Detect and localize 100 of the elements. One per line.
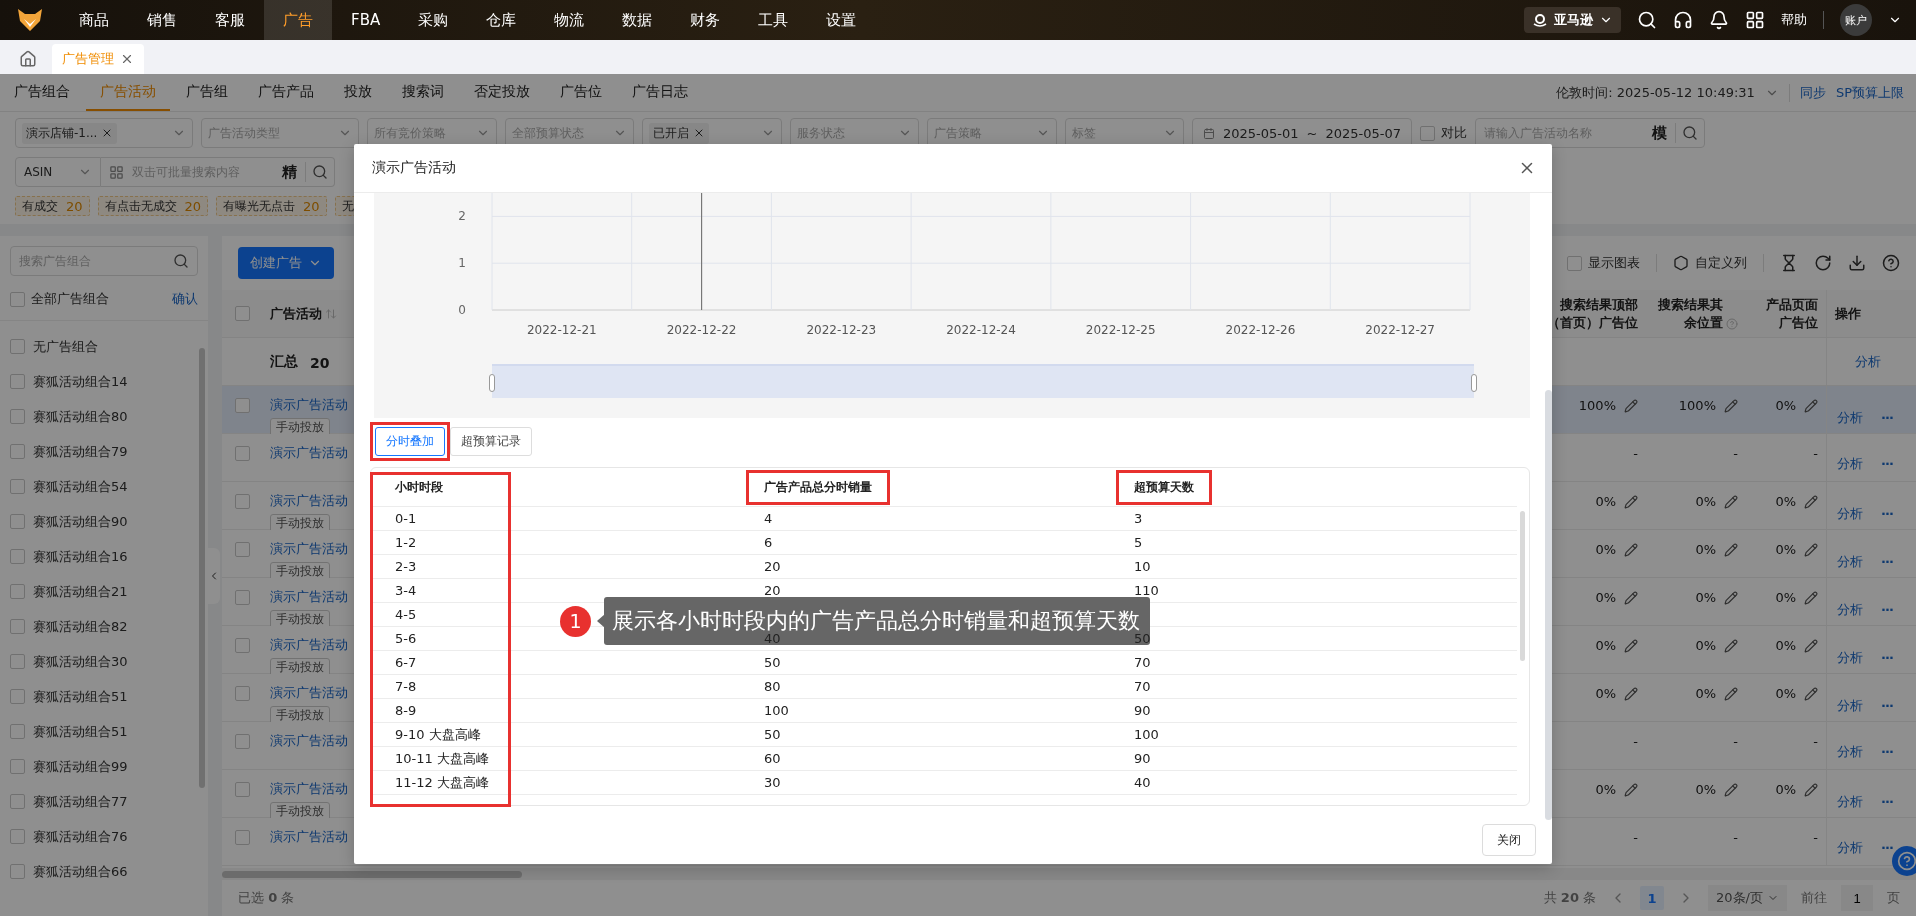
hourglass-icon[interactable] bbox=[1780, 254, 1798, 272]
pencil-icon[interactable] bbox=[1804, 638, 1818, 653]
section-tab[interactable]: 广告产品 bbox=[244, 74, 328, 111]
checkbox[interactable] bbox=[234, 830, 250, 845]
pencil-icon[interactable] bbox=[1624, 590, 1638, 605]
checkbox[interactable] bbox=[234, 542, 250, 557]
select-field[interactable]: 演示店铺-1... bbox=[15, 118, 193, 148]
more-button[interactable]: ··· bbox=[1881, 410, 1893, 425]
filter-chip[interactable]: 有曝光无点击 20 bbox=[216, 196, 327, 216]
pencil-icon[interactable] bbox=[1804, 686, 1818, 701]
nav-item[interactable]: 设置 bbox=[807, 0, 876, 40]
checkbox-item[interactable]: 赛狐活动组合16 bbox=[10, 539, 208, 574]
checkbox[interactable] bbox=[234, 306, 250, 321]
pencil-icon[interactable] bbox=[1804, 494, 1818, 509]
close-button[interactable]: 关闭 bbox=[1482, 824, 1536, 856]
nav-item[interactable]: 数据 bbox=[603, 0, 672, 40]
page-input[interactable]: 1 bbox=[1841, 885, 1873, 911]
section-tab[interactable]: 广告位 bbox=[546, 74, 616, 111]
headset-icon[interactable] bbox=[1673, 10, 1693, 30]
campaign-link[interactable]: 演示广告活动 bbox=[270, 588, 348, 606]
nav-item[interactable]: 物流 bbox=[535, 0, 604, 40]
pencil-icon[interactable] bbox=[1624, 542, 1638, 557]
checkbox-item[interactable]: 赛狐活动组合82 bbox=[10, 609, 208, 644]
select-field[interactable]: ASIN bbox=[15, 157, 101, 187]
pencil-icon[interactable] bbox=[1724, 398, 1738, 413]
pencil-icon[interactable] bbox=[1804, 590, 1818, 605]
analyze-link[interactable]: 分析 bbox=[1837, 648, 1863, 667]
zoom-range-slider[interactable] bbox=[492, 364, 1474, 398]
more-button[interactable]: ··· bbox=[1881, 794, 1893, 809]
pencil-icon[interactable] bbox=[1624, 398, 1638, 413]
checkbox[interactable] bbox=[234, 734, 250, 749]
pencil-icon[interactable] bbox=[1624, 782, 1638, 797]
campaign-link[interactable]: 演示广告活动 bbox=[270, 780, 348, 798]
campaign-link[interactable]: 演示广告活动 bbox=[270, 540, 348, 558]
checkbox-item[interactable]: 赛狐活动组合99 bbox=[10, 749, 208, 784]
platform-dropdown[interactable]: 亚马逊 bbox=[1524, 7, 1621, 33]
analyze-link[interactable]: 分析 bbox=[1837, 600, 1863, 619]
checkbox-item[interactable]: 无广告组合 bbox=[10, 329, 208, 364]
custom-columns-button[interactable]: 自定义列 bbox=[1673, 254, 1747, 272]
section-tab[interactable]: 投放 bbox=[330, 74, 386, 111]
search-icon[interactable] bbox=[1637, 10, 1657, 30]
more-button[interactable]: ··· bbox=[1881, 840, 1893, 855]
section-tab[interactable]: 搜索词 bbox=[388, 74, 458, 111]
pencil-icon[interactable] bbox=[1724, 686, 1738, 701]
analyze-link[interactable]: 分析 bbox=[1855, 352, 1881, 371]
nav-item[interactable]: 采购 bbox=[399, 0, 468, 40]
view-tab[interactable]: 分时叠加 bbox=[375, 427, 445, 456]
pencil-icon[interactable] bbox=[1724, 638, 1738, 653]
checkbox-item[interactable]: 赛狐活动组合54 bbox=[10, 469, 208, 504]
campaign-link[interactable]: 演示广告活动 bbox=[270, 732, 348, 750]
analyze-link[interactable]: 分析 bbox=[1837, 504, 1863, 523]
checkbox-item[interactable]: 赛狐活动组合14 bbox=[10, 364, 208, 399]
section-tab[interactable]: 广告组 bbox=[172, 74, 242, 111]
checkbox[interactable] bbox=[234, 686, 250, 701]
pencil-icon[interactable] bbox=[1804, 782, 1818, 797]
campaign-link[interactable]: 演示广告活动 bbox=[270, 636, 348, 654]
analyze-link[interactable]: 分析 bbox=[1837, 408, 1863, 427]
pencil-icon[interactable] bbox=[1804, 542, 1818, 557]
checkbox[interactable] bbox=[234, 494, 250, 509]
more-button[interactable]: ··· bbox=[1881, 456, 1893, 471]
checkbox-item[interactable]: 赛狐活动组合79 bbox=[10, 434, 208, 469]
checkbox[interactable] bbox=[234, 782, 250, 797]
more-button[interactable]: ··· bbox=[1881, 698, 1893, 713]
analyze-link[interactable]: 分析 bbox=[1837, 792, 1863, 811]
section-tab[interactable]: 广告日志 bbox=[618, 74, 702, 111]
checkbox[interactable] bbox=[234, 590, 250, 605]
compare-checkbox[interactable]: 对比 bbox=[1420, 124, 1467, 142]
more-button[interactable]: ··· bbox=[1881, 744, 1893, 759]
checkbox-item[interactable]: 赛狐活动组合30 bbox=[10, 644, 208, 679]
nav-item[interactable]: FBA bbox=[332, 0, 400, 40]
campaign-link[interactable]: 演示广告活动 bbox=[270, 684, 348, 702]
grid-icon[interactable] bbox=[1745, 10, 1765, 30]
checkbox-item[interactable]: 赛狐活动组合21 bbox=[10, 574, 208, 609]
nav-item[interactable]: 客服 bbox=[196, 0, 264, 40]
view-tab[interactable]: 超预算记录 bbox=[450, 427, 532, 456]
pencil-icon[interactable] bbox=[1724, 542, 1738, 557]
pencil-icon[interactable] bbox=[1624, 686, 1638, 701]
pencil-icon[interactable] bbox=[1804, 398, 1818, 413]
more-button[interactable]: ··· bbox=[1881, 554, 1893, 569]
nav-item[interactable]: 仓库 bbox=[467, 0, 536, 40]
collapse-handle[interactable] bbox=[208, 548, 220, 604]
analyze-link[interactable]: 分析 bbox=[1837, 838, 1863, 857]
close-icon[interactable] bbox=[120, 52, 134, 66]
more-button[interactable]: ··· bbox=[1881, 602, 1893, 617]
checkbox-item[interactable]: 赛狐活动组合76 bbox=[10, 819, 208, 854]
section-tab[interactable]: 否定投放 bbox=[460, 74, 544, 111]
checkbox-item[interactable]: 赛狐活动组合90 bbox=[10, 504, 208, 539]
nav-item[interactable]: 销售 bbox=[128, 0, 196, 40]
analyze-link[interactable]: 分析 bbox=[1837, 742, 1863, 761]
checkbox[interactable] bbox=[234, 638, 250, 653]
filter-chip[interactable]: 有成交 20 bbox=[15, 196, 90, 216]
header-link[interactable]: SP预算上限 bbox=[1835, 83, 1904, 102]
create-ad-button[interactable]: 创建广告 bbox=[238, 247, 334, 279]
campaign-link[interactable]: 演示广告活动 bbox=[270, 828, 348, 846]
refresh-icon[interactable] bbox=[1814, 254, 1832, 272]
nav-item[interactable]: 财务 bbox=[671, 0, 740, 40]
section-tab[interactable]: 广告组合 bbox=[0, 74, 84, 111]
checkbox[interactable] bbox=[234, 398, 250, 413]
checkbox-item[interactable]: 赛狐活动组合77 bbox=[10, 784, 208, 819]
checkbox-item[interactable]: 赛狐活动组合51 bbox=[10, 714, 208, 749]
